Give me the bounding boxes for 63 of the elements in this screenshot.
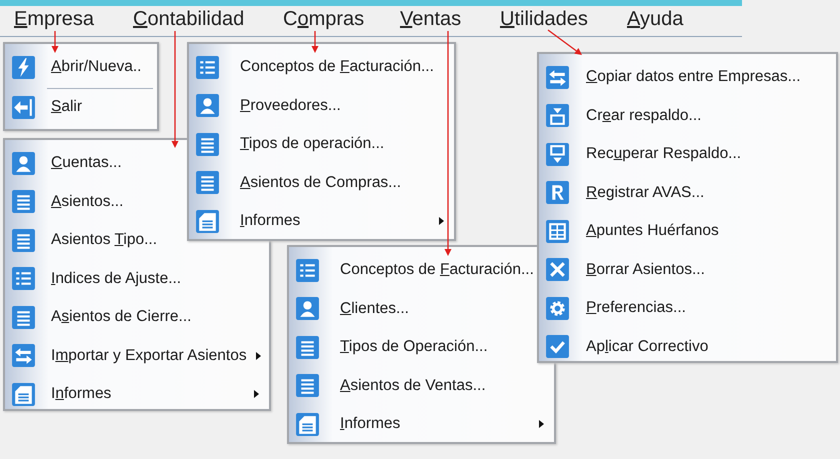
- download-icon: [545, 103, 570, 128]
- settings-icon: [545, 296, 570, 321]
- list-icon: [195, 54, 220, 80]
- person-icon: [11, 150, 36, 176]
- menu-item[interactable]: Tipos de Operación...: [340, 338, 488, 356]
- annotation-arrow: [548, 29, 582, 55]
- report-icon: [11, 382, 36, 407]
- close-icon: [545, 257, 570, 282]
- menu-item[interactable]: Conceptos de Facturación...: [240, 58, 434, 76]
- document-lines-icon: [11, 228, 36, 253]
- menu-item[interactable]: Asientos de Ventas...: [340, 376, 486, 395]
- document-lines-icon: [295, 373, 320, 398]
- menu-bar-item[interactable]: Ayuda: [627, 8, 684, 31]
- menu-item[interactable]: Asientos de Cierre...: [51, 308, 192, 326]
- letter-icon: [545, 180, 570, 206]
- menu-item[interactable]: Salir: [51, 98, 82, 116]
- menu-bar-item[interactable]: Contabilidad: [133, 8, 244, 31]
- document-lines-icon: [11, 304, 36, 330]
- menu-item[interactable]: Registrar AVAS...: [586, 184, 704, 202]
- menu-item[interactable]: Asientos de Compras...: [240, 174, 402, 192]
- document-lines-icon: [195, 170, 220, 196]
- menu-item[interactable]: Indices de Ajuste...: [51, 270, 182, 288]
- lightning-icon: [11, 54, 36, 80]
- report-icon: [295, 412, 320, 437]
- annotation-arrow: [312, 31, 318, 53]
- report-icon: [195, 208, 220, 234]
- exit-icon: [11, 94, 36, 120]
- list-icon: [11, 266, 36, 292]
- menu-item[interactable]: Crear respaldo...: [586, 106, 702, 125]
- menu-bar-item[interactable]: Compras: [283, 8, 364, 31]
- menu-item[interactable]: Aplicar Correctivo: [586, 338, 708, 356]
- menu-item[interactable]: Asientos Tipo...: [51, 231, 157, 250]
- menu-item[interactable]: Abrir/Nueva..: [51, 58, 142, 76]
- person-icon: [295, 296, 320, 322]
- annotation-arrow: [52, 31, 58, 53]
- menu-bar-item[interactable]: Empresa: [14, 8, 94, 31]
- menu-item[interactable]: Clientes...: [340, 300, 409, 318]
- menu-bar-item[interactable]: Ventas: [400, 8, 462, 31]
- menu-item[interactable]: Importar y Exportar Asientos: [51, 346, 247, 365]
- menu-item[interactable]: Apuntes Huérfanos: [586, 222, 719, 240]
- person-icon: [195, 93, 220, 118]
- swap-arrows-icon: [545, 64, 570, 90]
- menu-item[interactable]: Informes: [240, 212, 300, 230]
- document-lines-icon: [195, 132, 220, 157]
- menu-item[interactable]: Tipos de operación...: [240, 135, 384, 154]
- menu-item[interactable]: Borrar Asientos...: [586, 260, 705, 279]
- document-lines-icon: [295, 334, 320, 360]
- document-lines-icon: [11, 189, 36, 214]
- menu-item[interactable]: Preferencias...: [586, 299, 686, 318]
- upload-icon: [545, 142, 570, 167]
- menu-item[interactable]: Cuentas...: [51, 154, 122, 172]
- table-icon: [545, 218, 570, 244]
- menu-item[interactable]: Proveedores...: [240, 96, 341, 115]
- menu-bar-item[interactable]: Utilidades: [500, 8, 588, 31]
- menu-item[interactable]: Copiar datos entre Empresas...: [586, 68, 801, 86]
- menu-item[interactable]: Conceptos de Facturación...: [340, 261, 534, 280]
- menu-item[interactable]: Recuperar Respaldo...: [586, 145, 742, 164]
- swap-arrows-icon: [11, 343, 36, 368]
- menu-item[interactable]: Asientos...: [51, 192, 124, 211]
- checkmark-icon: [545, 334, 570, 360]
- list-icon: [295, 258, 320, 283]
- menu-item[interactable]: Informes: [51, 385, 112, 404]
- menu-item[interactable]: Informes: [340, 415, 400, 434]
